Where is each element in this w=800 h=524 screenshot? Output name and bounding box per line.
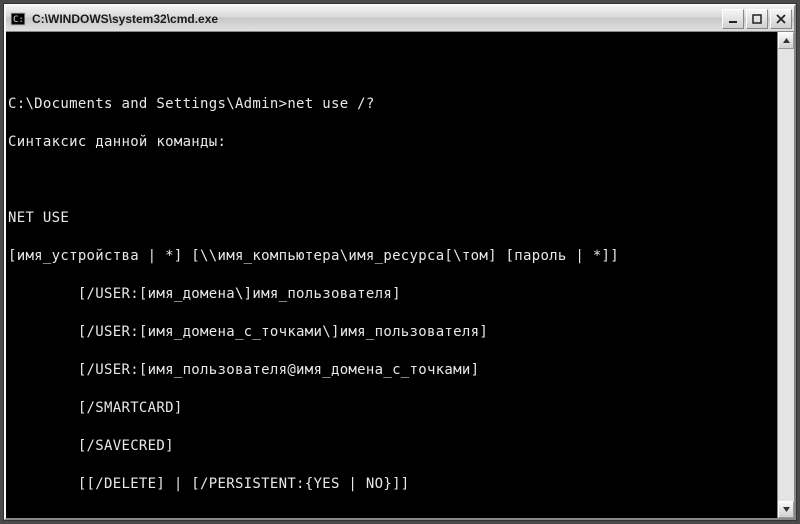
vertical-scrollbar[interactable] bbox=[777, 32, 794, 518]
cmd-window: C:\ C:\WINDOWS\system32\cmd.exe C:\Docum… bbox=[4, 4, 796, 520]
command-text: net use /? bbox=[287, 96, 374, 112]
cmd-icon: C:\ bbox=[10, 11, 26, 27]
maximize-button[interactable] bbox=[746, 9, 768, 29]
scroll-up-button[interactable] bbox=[778, 32, 794, 49]
output-line: NET USE bbox=[8, 209, 771, 228]
scroll-track[interactable] bbox=[778, 49, 794, 501]
svg-text:C:\: C:\ bbox=[13, 15, 26, 25]
output-line: [/USER:[имя_домена\]имя_пользователя] bbox=[8, 285, 771, 304]
prompt-line: C:\Documents and Settings\Admin>net use … bbox=[8, 95, 771, 114]
window-title: C:\WINDOWS\system32\cmd.exe bbox=[32, 12, 722, 26]
terminal[interactable]: C:\Documents and Settings\Admin>net use … bbox=[6, 32, 777, 518]
prompt: C:\Documents and Settings\Admin> bbox=[8, 96, 287, 112]
output-line: Синтаксис данной команды: bbox=[8, 133, 771, 152]
window-buttons bbox=[722, 9, 792, 29]
minimize-button[interactable] bbox=[722, 9, 744, 29]
client-area: C:\Documents and Settings\Admin>net use … bbox=[6, 32, 794, 518]
output-line: [/USER:[имя_пользователя@имя_домена_с_то… bbox=[8, 361, 771, 380]
output-line: [[/DELETE] | [/PERSISTENT:{YES | NO}]] bbox=[8, 475, 771, 494]
output-line: [/SAVECRED] bbox=[8, 437, 771, 456]
titlebar[interactable]: C:\ C:\WINDOWS\system32\cmd.exe bbox=[6, 6, 794, 32]
empty-line bbox=[8, 57, 771, 76]
output-line: [/SMARTCARD] bbox=[8, 399, 771, 418]
close-button[interactable] bbox=[770, 9, 792, 29]
scroll-down-button[interactable] bbox=[778, 501, 794, 518]
output-line: [имя_устройства | *] [\\имя_компьютера\и… bbox=[8, 247, 771, 266]
output-line: [/USER:[имя_домена_с_точками\]имя_пользо… bbox=[8, 323, 771, 342]
